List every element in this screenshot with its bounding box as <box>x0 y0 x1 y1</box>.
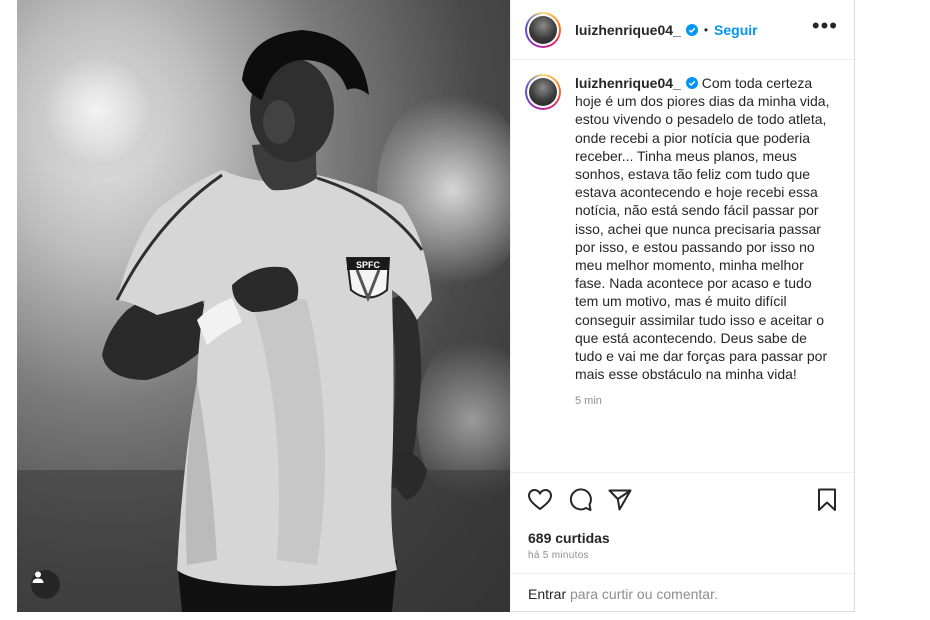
share-icon[interactable] <box>607 487 633 513</box>
post-date[interactable]: há 5 minutos <box>528 550 589 561</box>
comment-prompt: Entrar para curtir ou comentar. <box>511 573 856 613</box>
action-icons <box>527 487 840 515</box>
caption-username[interactable]: luizhenrique04_ <box>575 75 681 91</box>
more-options-icon[interactable]: ••• <box>812 15 838 37</box>
separator-dot: • <box>703 22 709 37</box>
author-username[interactable]: luizhenrique04_ <box>575 22 681 38</box>
author-avatar[interactable] <box>525 11 561 48</box>
bookmark-icon[interactable] <box>814 487 840 513</box>
caption-message: Com toda certeza hoje é um dos piores di… <box>575 75 830 383</box>
post-actions: 689 curtidas há 5 minutos Entrar para cu… <box>511 472 856 612</box>
caption-time: 5 min <box>575 395 602 408</box>
comment-prompt-text: para curtir ou comentar. <box>570 585 718 602</box>
post-side-panel: luizhenrique04_ • Seguir ••• luizhenriqu… <box>510 0 856 612</box>
post-header: luizhenrique04_ • Seguir ••• <box>511 0 856 60</box>
caption-avatar[interactable] <box>525 74 561 110</box>
post-photo[interactable]: SPFC <box>17 0 510 612</box>
verified-badge-icon <box>685 23 698 36</box>
tagged-user-button[interactable] <box>31 570 60 599</box>
comment-icon[interactable] <box>567 487 593 513</box>
heart-icon[interactable] <box>527 487 553 513</box>
crest-text: SPFC <box>356 260 381 270</box>
caption-body: luizhenrique04_ Com toda certeza hoje é … <box>575 74 835 472</box>
athlete-illustration: SPFC <box>17 30 510 612</box>
caption-section: luizhenrique04_ Com toda certeza hoje é … <box>511 60 856 472</box>
verified-badge-icon <box>685 77 698 89</box>
follow-button[interactable]: Seguir <box>714 22 758 38</box>
user-icon <box>32 571 44 583</box>
instagram-post: SPFC luizhenrique04_ • Seguir ••• luizhe… <box>17 0 856 612</box>
login-link[interactable]: Entrar <box>528 586 566 602</box>
likes-count[interactable]: 689 curtidas <box>528 530 610 546</box>
caption-text: luizhenrique04_ Com toda certeza hoje é … <box>575 74 835 383</box>
